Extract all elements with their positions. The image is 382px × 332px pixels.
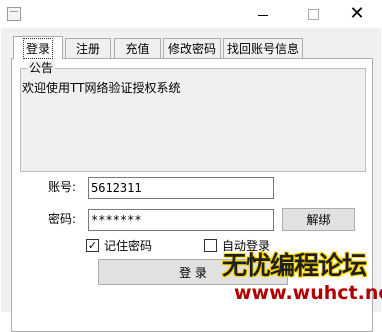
unbind-button[interactable]: 解绑 bbox=[282, 208, 355, 231]
minimize-button[interactable] bbox=[240, 0, 286, 28]
remember-password-checkbox[interactable]: ✓ 记住密码 bbox=[86, 237, 152, 254]
password-label: 密码: bbox=[48, 212, 77, 226]
notice-text: 欢迎使用TT网络验证授权系统 bbox=[22, 81, 181, 95]
login-tab-panel: 公告 欢迎使用TT网络验证授权系统 账号: 5612311 密码: ******… bbox=[11, 58, 373, 332]
password-input[interactable]: ******* bbox=[88, 209, 274, 231]
auto-login-checkbox[interactable]: 自动登录 bbox=[204, 237, 270, 254]
tab-register[interactable]: 注册 bbox=[65, 38, 111, 58]
auto-login-label: 自动登录 bbox=[222, 239, 271, 253]
maximize-icon bbox=[307, 8, 319, 20]
account-label: 账号: bbox=[48, 180, 77, 194]
window-client-area: 登录 注册 充值 修改密码 找回账号信息 公告 欢迎使用TT网络验证授权系统 账… bbox=[1, 28, 381, 332]
checkbox-check-icon: ✓ bbox=[86, 239, 99, 252]
tab-recharge[interactable]: 充值 bbox=[114, 38, 161, 58]
app-icon bbox=[7, 7, 21, 21]
minimize-icon bbox=[258, 14, 268, 16]
tab-change-password[interactable]: 修改密码 bbox=[163, 38, 221, 58]
login-button[interactable]: 登 录 bbox=[98, 259, 288, 285]
remember-password-label: 记住密码 bbox=[104, 239, 153, 253]
tab-recover-account[interactable]: 找回账号信息 bbox=[223, 38, 303, 58]
account-input[interactable]: 5612311 bbox=[88, 177, 274, 199]
tab-login[interactable]: 登录 bbox=[13, 36, 63, 59]
notice-group: 公告 欢迎使用TT网络验证授权系统 bbox=[20, 61, 366, 172]
close-icon: ✕ bbox=[349, 3, 365, 24]
close-button[interactable]: ✕ bbox=[334, 0, 380, 28]
checkbox-empty-icon bbox=[204, 239, 217, 252]
notice-title: 公告 bbox=[27, 61, 56, 75]
maximize-button[interactable] bbox=[290, 0, 336, 28]
